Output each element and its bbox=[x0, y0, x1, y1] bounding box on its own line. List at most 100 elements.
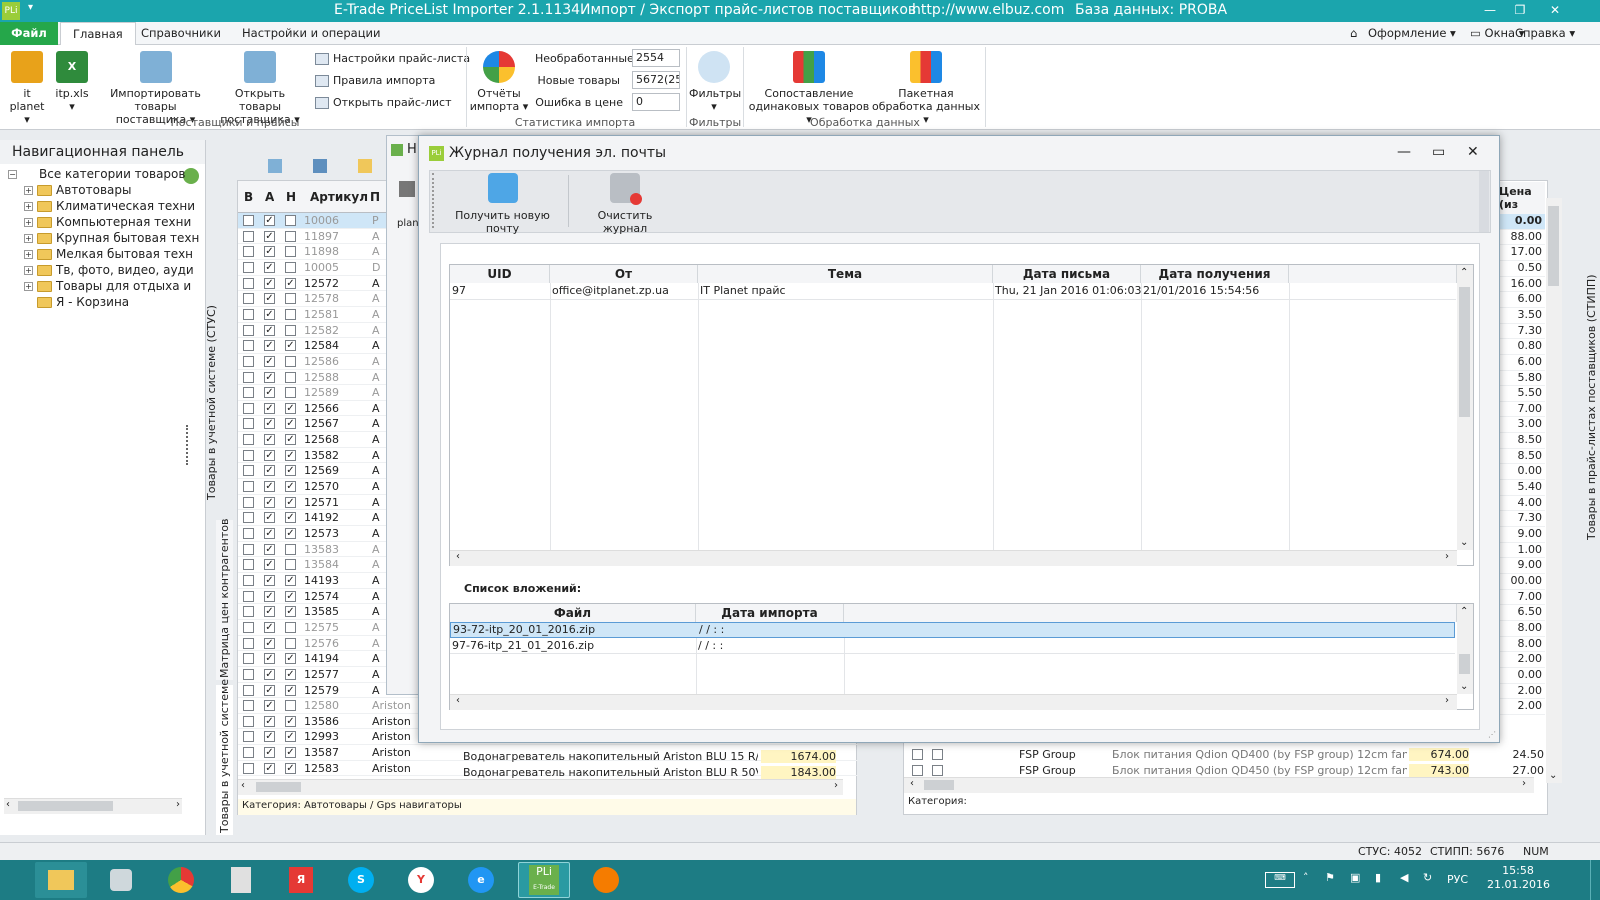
checkbox-a[interactable]: ✓ bbox=[264, 668, 275, 680]
row-checkbox[interactable] bbox=[932, 749, 943, 760]
row-checkbox[interactable] bbox=[932, 764, 943, 776]
checkbox-a[interactable]: ✓ bbox=[264, 465, 275, 477]
checkbox-n[interactable] bbox=[285, 355, 296, 367]
scroll-thumb[interactable] bbox=[18, 801, 113, 811]
checkbox-n[interactable]: ✓ bbox=[285, 668, 296, 680]
checkbox-a[interactable]: ✓ bbox=[264, 387, 275, 399]
col-header-n[interactable]: Н bbox=[286, 190, 296, 204]
checkbox-a[interactable]: ✓ bbox=[264, 747, 275, 759]
expand-icon[interactable]: + bbox=[24, 250, 33, 259]
checkbox-a[interactable]: ✓ bbox=[264, 261, 275, 273]
table-row[interactable]: FSP Group Блок питания Qdion QD450 (by FS… bbox=[904, 763, 1544, 778]
checkbox-v[interactable] bbox=[243, 387, 254, 399]
scroll-thumb[interactable] bbox=[256, 782, 301, 792]
checkbox-n[interactable] bbox=[285, 700, 296, 712]
checkbox-n[interactable]: ✓ bbox=[285, 418, 296, 430]
app-url[interactable]: http://www.elbuz.com bbox=[912, 2, 1064, 18]
checkbox-n[interactable]: ✓ bbox=[285, 465, 296, 477]
vtab-matrix[interactable]: Матрица цен контрагентов bbox=[216, 519, 233, 680]
checkbox-v[interactable] bbox=[243, 434, 254, 446]
checkbox-a[interactable]: ✓ bbox=[264, 715, 275, 727]
checkbox-n[interactable]: ✓ bbox=[285, 731, 296, 743]
col-header-mail-date[interactable]: Дата письма bbox=[993, 265, 1141, 283]
attachment-row-selected[interactable]: 93-72-itp_20_01_2016.zip / / : : bbox=[450, 622, 1455, 638]
checkbox-a[interactable]: ✓ bbox=[264, 731, 275, 743]
checkbox-v[interactable] bbox=[243, 606, 254, 618]
checkbox-v[interactable] bbox=[243, 715, 254, 727]
col-header-a[interactable]: А bbox=[265, 190, 274, 204]
checkbox-a[interactable]: ✓ bbox=[264, 606, 275, 618]
table-row[interactable]: FSP Group Блок питания Qdion QD400 (by FS… bbox=[904, 747, 1544, 762]
flag-icon[interactable]: ⚑ bbox=[1325, 871, 1335, 884]
scroll-right-icon[interactable]: › bbox=[834, 780, 838, 791]
scroll-down-icon[interactable]: ⌄ bbox=[1549, 770, 1557, 781]
checkbox-v[interactable] bbox=[243, 465, 254, 477]
checkbox-a[interactable]: ✓ bbox=[264, 324, 275, 336]
menu-help[interactable]: Справка ▾ bbox=[1515, 26, 1575, 40]
scroll-left-icon[interactable]: ‹ bbox=[456, 551, 460, 562]
app-icon[interactable]: PLi bbox=[2, 2, 20, 20]
checkbox-a[interactable]: ✓ bbox=[264, 246, 275, 258]
attachment-row[interactable]: 97-76-itp_21_01_2016.zip / / : : bbox=[450, 638, 1455, 654]
checkbox-n[interactable] bbox=[285, 387, 296, 399]
tray-expand-icon[interactable]: ˄ bbox=[1303, 871, 1309, 884]
checkbox-v[interactable] bbox=[243, 684, 254, 696]
checkbox-a[interactable]: ✓ bbox=[264, 684, 275, 696]
dialog-close-icon[interactable]: ✕ bbox=[1467, 144, 1479, 160]
checkbox-a[interactable]: ✓ bbox=[264, 621, 275, 633]
batch-button[interactable]: Пакетная обработка данных ▾ bbox=[872, 51, 980, 126]
checkbox-n[interactable] bbox=[285, 230, 296, 242]
checkbox-n[interactable]: ✓ bbox=[285, 653, 296, 665]
checkbox-v[interactable] bbox=[243, 449, 254, 461]
checkbox-v[interactable] bbox=[243, 747, 254, 759]
menu-appearance[interactable]: Оформление ▾ bbox=[1368, 26, 1456, 40]
tree-item-climate[interactable]: + Климатическая техни bbox=[24, 199, 195, 213]
checkbox-n[interactable]: ✓ bbox=[285, 715, 296, 727]
import-goods-button[interactable]: Импортировать товары поставщика ▾ bbox=[98, 51, 213, 126]
expand-icon[interactable]: + bbox=[24, 202, 33, 211]
checkbox-a[interactable]: ✓ bbox=[264, 653, 275, 665]
sync-icon[interactable]: ↻ bbox=[1423, 871, 1432, 884]
checkbox-n[interactable]: ✓ bbox=[285, 434, 296, 446]
checkbox-n[interactable] bbox=[285, 261, 296, 273]
checkbox-n[interactable] bbox=[285, 293, 296, 305]
show-desktop-button[interactable] bbox=[1590, 860, 1600, 900]
vtab-goods[interactable]: Товары в учетной системе bbox=[216, 679, 233, 835]
home-icon[interactable]: ⌂ bbox=[1350, 26, 1357, 40]
checkbox-v[interactable] bbox=[243, 324, 254, 336]
checkbox-a[interactable]: ✓ bbox=[264, 434, 275, 446]
volume-icon[interactable]: ◀ bbox=[1400, 871, 1408, 884]
checkbox-v[interactable] bbox=[243, 371, 254, 383]
checkbox-a[interactable]: ✓ bbox=[264, 762, 275, 774]
checkbox-n[interactable]: ✓ bbox=[285, 340, 296, 352]
col-header-received-date[interactable]: Дата получения bbox=[1141, 265, 1289, 283]
col-header-subject[interactable]: Тема bbox=[698, 265, 993, 283]
tree-item-auto[interactable]: + Автотовары bbox=[24, 183, 131, 197]
attachments-hscroll[interactable]: ‹ › bbox=[450, 694, 1457, 710]
calculator-icon[interactable] bbox=[215, 862, 267, 898]
checkbox-v[interactable] bbox=[243, 340, 254, 352]
scroll-right-icon[interactable]: › bbox=[176, 799, 180, 810]
checkbox-n[interactable]: ✓ bbox=[285, 481, 296, 493]
scroll-left-icon[interactable]: ‹ bbox=[456, 695, 460, 706]
checkbox-n[interactable]: ✓ bbox=[285, 762, 296, 774]
checkbox-v[interactable] bbox=[243, 528, 254, 539]
scroll-thumb[interactable] bbox=[1459, 287, 1470, 417]
col-header-price[interactable]: Цена (из bbox=[1497, 182, 1545, 214]
pricelist-settings-item[interactable]: Настройки прайс-листа bbox=[315, 52, 470, 65]
checkbox-n[interactable]: ✓ bbox=[285, 747, 296, 759]
checkbox-a[interactable]: ✓ bbox=[264, 481, 275, 493]
checkbox-n[interactable] bbox=[285, 543, 296, 555]
tree-item-computers[interactable]: + Компьютерная техни bbox=[24, 215, 191, 229]
checkbox-v[interactable] bbox=[243, 621, 254, 633]
checkbox-n[interactable] bbox=[285, 246, 296, 258]
minimize-icon[interactable]: — bbox=[1475, 0, 1505, 20]
checkbox-n[interactable]: ✓ bbox=[285, 402, 296, 414]
checkbox-a[interactable]: ✓ bbox=[264, 402, 275, 414]
restore-icon[interactable]: ❐ bbox=[1505, 0, 1535, 20]
checkbox-a[interactable]: ✓ bbox=[264, 543, 275, 555]
checkbox-n[interactable]: ✓ bbox=[285, 684, 296, 696]
col-header-article[interactable]: Артикул bbox=[310, 190, 368, 204]
splitter-handle[interactable] bbox=[186, 425, 190, 465]
checkbox-v[interactable] bbox=[243, 481, 254, 493]
